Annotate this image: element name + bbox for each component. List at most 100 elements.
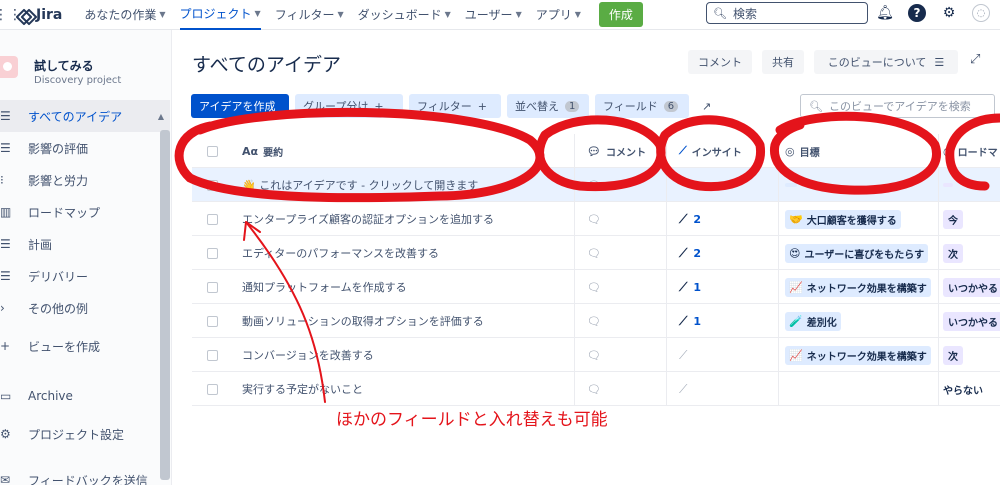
filter-button[interactable]: フィルター +	[409, 94, 501, 118]
sidebar-scrollbar[interactable]	[160, 130, 170, 480]
row-checkbox[interactable]	[192, 338, 232, 372]
checkbox[interactable]	[206, 247, 218, 259]
create-idea-button[interactable]: アイデアを作成	[191, 94, 289, 118]
roadmap-cell[interactable]: 今	[939, 202, 1000, 236]
column-header-summary[interactable]: Aα 要約	[232, 134, 575, 168]
chevron-up-icon[interactable]: ▲	[158, 112, 164, 121]
goal-cell[interactable]	[779, 168, 939, 202]
sidebar-item-archive[interactable]: ▭ Archive	[0, 380, 170, 412]
row-checkbox[interactable]	[192, 168, 232, 202]
goal-cell[interactable]: 📈 ネットワーク効果を構築す	[779, 338, 939, 372]
row-checkbox[interactable]	[192, 304, 232, 338]
comments-cell[interactable]: 🗨︎	[575, 202, 667, 236]
sidebar-item-create-view[interactable]: + ビューを作成	[0, 330, 170, 362]
nav-dashboards[interactable]: ダッシュボード ▼	[358, 0, 451, 30]
jira-logo[interactable]: Jira	[18, 7, 62, 23]
checkbox[interactable]	[206, 349, 218, 361]
table-row[interactable]: 👋 これはアイデアです - クリックして開きます 🗨︎	[192, 168, 1000, 202]
about-view-button[interactable]: このビューについて ☰	[814, 50, 958, 74]
roadmap-cell[interactable]: いつかやる	[939, 304, 1000, 338]
goal-cell[interactable]: 🤝 大口顧客を獲得する	[779, 202, 939, 236]
comments-cell[interactable]: 🗨︎	[575, 304, 667, 338]
insights-cell[interactable]: ⟋ 1	[667, 270, 779, 304]
sidebar-item-roadmap[interactable]: ▥ ロードマップ	[0, 196, 170, 228]
comments-cell[interactable]: 🗨︎	[575, 338, 667, 372]
row-checkbox[interactable]	[192, 270, 232, 304]
column-header-roadmap[interactable]: ◷ ロードマ	[939, 134, 1000, 168]
idea-search-input[interactable]: 🔍︎ このビューでアイデアを検索	[800, 94, 995, 118]
settings-icon[interactable]: ⚙	[940, 4, 958, 22]
checkbox[interactable]	[206, 179, 218, 191]
summary-cell[interactable]: 👋 これはアイデアです - クリックして開きます	[232, 168, 575, 202]
sidebar-item-delivery[interactable]: ☰ デリバリー	[0, 260, 170, 292]
checkbox[interactable]	[206, 213, 218, 225]
column-header-goal[interactable]: ◎ 目標	[779, 134, 939, 168]
insights-cell[interactable]: ⟋	[667, 372, 779, 406]
group-by-button[interactable]: グループ分け +	[295, 94, 403, 118]
sidebar-item-impact-effort[interactable]: ⁝ 影響と労力	[0, 164, 170, 196]
summary-cell[interactable]: 実行する予定がないこと	[232, 372, 575, 406]
table-row[interactable]: コンバージョンを改善する 🗨︎ ⟋ 📈 ネットワーク効果を構築す 次	[192, 338, 1000, 372]
summary-cell[interactable]: エンタープライズ顧客の認証オプションを追加する	[232, 202, 575, 236]
insights-cell[interactable]: ⟋ 2	[667, 236, 779, 270]
sidebar-item-feedback[interactable]: ✉ フィードバックを送信	[0, 464, 170, 485]
nav-projects[interactable]: プロジェクト ▼	[179, 0, 261, 30]
table-row[interactable]: エディターのパフォーマンスを改善する 🗨︎ ⟋ 2 😍 ユーザーに喜びをもたらす 次	[192, 236, 1000, 270]
summary-cell[interactable]: エディターのパフォーマンスを改善する	[232, 236, 575, 270]
checkbox[interactable]	[206, 383, 218, 395]
summary-cell[interactable]: コンバージョンを改善する	[232, 338, 575, 372]
comments-cell[interactable]: 🗨︎	[575, 270, 667, 304]
global-search-input[interactable]: 🔍︎ 検索	[706, 2, 868, 24]
goal-cell[interactable]: 📈 ネットワーク効果を構築す	[779, 270, 939, 304]
sidebar-item-all-ideas[interactable]: ☰ すべてのアイデア ▲	[0, 100, 170, 132]
notification-icon[interactable]: 🔔︎	[876, 4, 894, 22]
row-checkbox[interactable]	[192, 236, 232, 270]
sidebar-item-more-examples[interactable]: › その他の例	[0, 292, 170, 324]
table-row[interactable]: エンタープライズ顧客の認証オプションを追加する 🗨︎ ⟋ 2 🤝 大口顧客を獲得する…	[192, 202, 1000, 236]
create-button[interactable]: 作成	[598, 2, 643, 27]
sort-button[interactable]: 並べ替え 1	[507, 94, 589, 118]
checkbox[interactable]	[206, 315, 218, 327]
insights-cell[interactable]: ⟋	[667, 338, 779, 372]
comments-cell[interactable]: 🗨︎	[575, 168, 667, 202]
insights-cell[interactable]: ⟋ 1	[667, 304, 779, 338]
roadmap-cell[interactable]: いつかやる	[939, 270, 1000, 304]
avatar[interactable]: ◌	[972, 4, 990, 22]
comment-button[interactable]: コメント	[688, 50, 752, 74]
sidebar-item-project-settings[interactable]: ⚙ プロジェクト設定	[0, 418, 170, 450]
goal-cell[interactable]: 🧪 差別化	[779, 304, 939, 338]
share-button[interactable]: 共有	[762, 50, 804, 74]
roadmap-cell[interactable]	[939, 168, 1000, 202]
help-icon[interactable]: ?	[908, 4, 926, 22]
nav-filters[interactable]: フィルター ▼	[275, 0, 344, 30]
table-row[interactable]: 通知プラットフォームを作成する 🗨︎ ⟋ 1 📈 ネットワーク効果を構築す いつかや…	[192, 270, 1000, 304]
row-checkbox[interactable]	[192, 372, 232, 406]
row-checkbox[interactable]	[192, 202, 232, 236]
summary-cell[interactable]: 通知プラットフォームを作成する	[232, 270, 575, 304]
roadmap-cell[interactable]: 次	[939, 338, 1000, 372]
insights-cell[interactable]: ⟋ 2	[667, 202, 779, 236]
table-row[interactable]: 動画ソリューションの取得オプションを評価する 🗨︎ ⟋ 1 🧪 差別化 いつかやる	[192, 304, 1000, 338]
comments-cell[interactable]: 🗨︎	[575, 372, 667, 406]
sidebar-item-plan[interactable]: ☰ 計画	[0, 228, 170, 260]
summary-cell[interactable]: 動画ソリューションの取得オプションを評価する	[232, 304, 575, 338]
insights-cell[interactable]	[667, 168, 779, 202]
goal-cell[interactable]: 😍 ユーザーに喜びをもたらす	[779, 236, 939, 270]
more-options-icon[interactable]: ↗	[694, 94, 716, 118]
fields-button[interactable]: フィールド 6	[595, 94, 689, 118]
roadmap-cell[interactable]: やらない	[939, 372, 1000, 406]
column-header-insights[interactable]: ⟋ インサイト	[667, 134, 779, 168]
project-header[interactable]: 試してみる Discovery project	[0, 56, 121, 86]
column-header-comments[interactable]: 💬︎ コメント	[575, 134, 667, 168]
nav-apps[interactable]: アプリ ▼	[536, 0, 581, 30]
expand-icon[interactable]: ⤢	[970, 52, 980, 67]
roadmap-cell[interactable]: 次	[939, 236, 1000, 270]
nav-people[interactable]: ユーザー ▼	[465, 0, 522, 30]
comments-cell[interactable]: 🗨︎	[575, 236, 667, 270]
sidebar-item-impact[interactable]: ☰ 影響の評価	[0, 132, 170, 164]
nav-your-work[interactable]: あなたの作業 ▼	[84, 0, 165, 30]
app-switcher-icon[interactable]: ⋮⋮	[0, 0, 22, 30]
checkbox[interactable]	[206, 281, 218, 293]
checkbox[interactable]	[206, 145, 218, 157]
select-all-checkbox[interactable]	[192, 134, 232, 168]
